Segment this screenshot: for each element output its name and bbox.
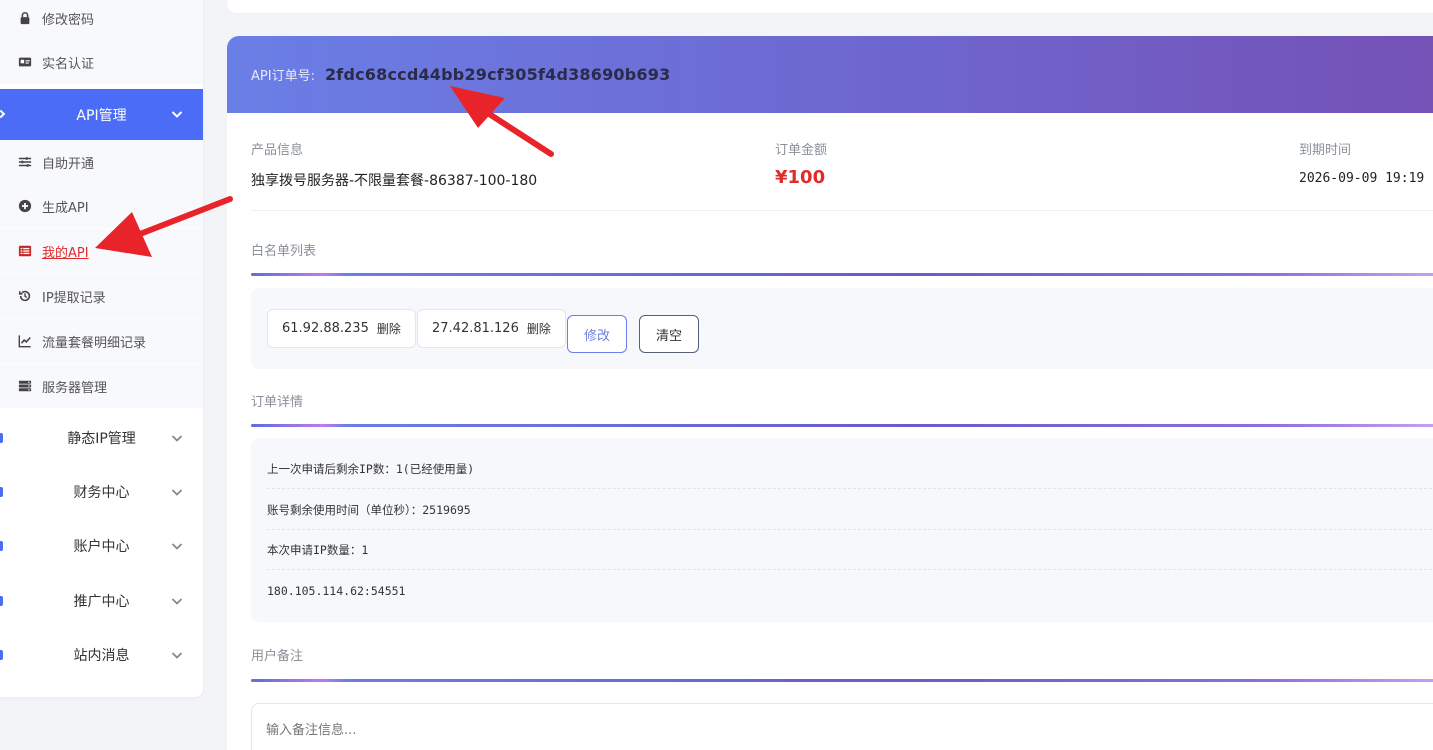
delete-ip-button[interactable]: 删除: [527, 320, 551, 337]
collapse-marker-icon: [0, 109, 6, 119]
chevron-down-icon: [171, 652, 183, 659]
whitelist-ip: 61.92.88.235: [282, 321, 369, 336]
sidebar-group-messages[interactable]: 站内消息: [0, 628, 203, 682]
chevron-down-icon: [171, 435, 183, 442]
order-number-label: API订单号:: [251, 69, 315, 84]
sidebar-item-change-password[interactable]: 修改密码: [0, 0, 203, 40]
detail-remaining-time: 账号剩余使用时间（单位秒）：2519695: [267, 490, 1433, 530]
sidebar-item-label: 修改密码: [42, 12, 95, 28]
sidebar-item-label: 实名认证: [42, 56, 95, 72]
remark-input[interactable]: 输入备注信息...: [251, 703, 1433, 750]
sidebar-item-label: 我的API: [42, 245, 89, 261]
order-card: API订单号: 2fdc68ccd44bb29cf305f4d38690b693…: [227, 36, 1433, 750]
order-info-row: 产品信息 独享拨号服务器-不限量套餐-86387-100-180 订单金额 ¥1…: [251, 139, 1433, 211]
sidebar-group-static-ip[interactable]: 静态IP管理: [0, 411, 203, 465]
sidebar-group-label: 财务中心: [73, 485, 130, 501]
whitelist-panel: 61.92.88.235 删除 27.42.81.126 删除 修改 清空: [251, 288, 1433, 369]
lock-icon: [17, 10, 33, 26]
sidebar-item-label: 自助开通: [42, 156, 95, 172]
order-amount-value: ¥100: [775, 167, 826, 188]
group-marker: [0, 650, 3, 660]
previous-card: [227, 0, 1433, 13]
sidebar-group-finance[interactable]: 财务中心: [0, 465, 203, 519]
chevron-down-icon: [171, 598, 183, 605]
group-marker: [0, 541, 3, 551]
expire-time-label: 到期时间: [1299, 143, 1352, 158]
section-divider: [251, 273, 1433, 276]
order-amount-label: 订单金额: [775, 143, 828, 158]
section-divider: [251, 424, 1433, 427]
sidebar-group-label: API管理: [76, 107, 127, 124]
product-info-label: 产品信息: [251, 143, 304, 158]
whitelist-ip-chip: 61.92.88.235 删除: [267, 309, 416, 348]
whitelist-ip: 27.42.81.126: [432, 321, 519, 336]
sidebar-item-ip-extract-log[interactable]: IP提取记录: [0, 274, 203, 318]
order-header: API订单号: 2fdc68ccd44bb29cf305f4d38690b693: [227, 36, 1433, 113]
expire-time-value: 2026-09-09 19:19: [1299, 171, 1425, 186]
sidebar-item-traffic-package-log[interactable]: 流量套餐明细记录: [0, 319, 203, 363]
order-amount: 订单金额 ¥100: [775, 139, 827, 188]
detail-remaining-ip: 上一次申请后剩余IP数：1(已经使用量): [267, 449, 1433, 489]
sidebar-group-label: 账户中心: [73, 539, 130, 555]
product-info-value: 独享拨号服务器-不限量套餐-86387-100-180: [251, 173, 538, 189]
whitelist-title: 白名单列表: [251, 244, 317, 259]
group-marker: [0, 596, 3, 606]
chevron-down-icon: [171, 111, 183, 118]
order-number: 2fdc68ccd44bb29cf305f4d38690b693: [324, 65, 671, 84]
detail-ip-count: 本次申请IP数量：1: [267, 530, 1433, 570]
section-divider: [251, 679, 1433, 682]
whitelist-ip-chip: 27.42.81.126 删除: [417, 309, 566, 348]
sidebar-item-label: 生成API: [42, 200, 89, 216]
list-icon: [17, 243, 33, 259]
edit-whitelist-button[interactable]: 修改: [567, 315, 627, 353]
chevron-down-icon: [171, 489, 183, 496]
line-chart-icon: [17, 333, 33, 349]
sidebar-item-real-name-auth[interactable]: 实名认证: [0, 40, 203, 84]
sidebar-item-server-management[interactable]: 服务器管理: [0, 364, 203, 408]
group-marker: [0, 433, 3, 443]
sidebar-group-account[interactable]: 账户中心: [0, 519, 203, 573]
expire-time: 到期时间 2026-09-09 19:19: [1299, 139, 1424, 186]
sidebar-group-api-management[interactable]: API管理: [0, 89, 203, 140]
sidebar: 修改密码 实名认证 API管理 自助开通 生成API 我的API IP提取记录: [0, 0, 203, 697]
sidebar-item-label: 流量套餐明细记录: [42, 335, 147, 351]
sidebar-item-label: 服务器管理: [42, 380, 108, 396]
sidebar-group-promotion[interactable]: 推广中心: [0, 574, 203, 628]
group-marker: [0, 487, 3, 497]
delete-ip-button[interactable]: 删除: [377, 320, 401, 337]
user-remark-title: 用户备注: [251, 649, 304, 664]
history-icon: [17, 288, 33, 304]
plus-circle-icon: [17, 198, 33, 214]
sidebar-group-label: 静态IP管理: [67, 431, 136, 447]
chevron-down-icon: [171, 543, 183, 550]
id-card-icon: [17, 54, 33, 70]
sidebar-item-generate-api[interactable]: 生成API: [0, 184, 203, 228]
server-icon: [17, 378, 33, 394]
sliders-icon: [17, 154, 33, 170]
sidebar-item-my-api[interactable]: 我的API: [0, 229, 203, 273]
sidebar-group-label: 推广中心: [73, 594, 130, 610]
order-detail-title: 订单详情: [251, 395, 304, 410]
order-detail-panel: 上一次申请后剩余IP数：1(已经使用量) 账号剩余使用时间（单位秒）：25196…: [251, 438, 1433, 622]
detail-ip-address: 180.105.114.62:54551: [267, 584, 406, 598]
sidebar-item-self-service[interactable]: 自助开通: [0, 140, 203, 184]
sidebar-group-label: 站内消息: [73, 648, 130, 664]
product-info: 产品信息 独享拨号服务器-不限量套餐-86387-100-180: [251, 139, 537, 190]
sidebar-item-label: IP提取记录: [42, 290, 106, 306]
clear-whitelist-button[interactable]: 清空: [639, 315, 699, 353]
